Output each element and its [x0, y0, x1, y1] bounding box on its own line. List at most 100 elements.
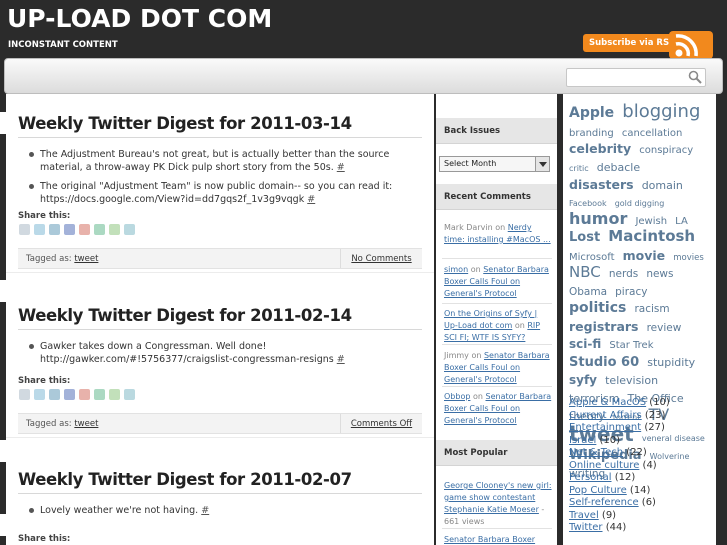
delicious-icon[interactable] [49, 224, 60, 235]
category-link[interactable]: Entertainment [569, 422, 641, 433]
tag-cloud-link[interactable]: movies [673, 253, 704, 263]
site-tagline: INCONSTANT CONTENT [8, 40, 118, 50]
tag-cloud-link[interactable]: gold digging [615, 199, 665, 208]
tag-cloud-link[interactable]: humor [569, 209, 627, 228]
category-count: (22) [623, 447, 647, 458]
month-select[interactable]: Select Month [439, 156, 550, 172]
post-title[interactable]: Weekly Twitter Digest for 2011-02-14 [18, 306, 352, 325]
twitter-icon[interactable] [34, 224, 45, 235]
category-link[interactable]: Online culture [569, 460, 639, 471]
share-icons [19, 224, 135, 235]
tag-cloud-link[interactable]: politics [569, 300, 626, 316]
permalink[interactable]: # [337, 354, 345, 365]
site-title[interactable]: UP-LOAD DOT COM [7, 4, 272, 33]
tag-link[interactable]: tweet [74, 254, 98, 264]
tag-cloud-link[interactable]: Facebook [569, 199, 607, 208]
category-count: (14) [626, 484, 651, 496]
category-link[interactable]: Personal [569, 472, 612, 483]
tag-cloud-link[interactable]: disasters [569, 177, 634, 192]
tag-cloud-link[interactable]: LA [675, 216, 688, 227]
post-title[interactable]: Weekly Twitter Digest for 2011-03-14 [18, 114, 352, 133]
permalink[interactable]: # [201, 505, 209, 516]
tweet-text: Lovely weather we're not having. [40, 505, 199, 516]
digg-icon[interactable] [19, 389, 30, 400]
category-link[interactable]: Current Affairs [569, 410, 642, 421]
tag-link[interactable]: tweet [74, 419, 98, 429]
tag-cloud-link[interactable]: nerds [609, 268, 638, 280]
tag-cloud-link[interactable]: blogging [622, 101, 700, 122]
tag-cloud-link[interactable]: piracy [615, 286, 647, 298]
tag-cloud-link[interactable]: critic [569, 164, 589, 173]
tag-cloud-link[interactable]: Jewish [635, 216, 667, 227]
comment-author-link[interactable]: Obbop [444, 392, 470, 401]
delicious-icon[interactable] [49, 389, 60, 400]
email-icon[interactable] [124, 389, 135, 400]
tag-cloud-link[interactable]: news [646, 268, 673, 280]
tag-cloud-link[interactable]: stupidity [647, 356, 695, 369]
tag-cloud-link[interactable]: sci-fi [569, 337, 601, 351]
email-icon[interactable] [124, 224, 135, 235]
category-link[interactable]: Travel [569, 510, 599, 521]
comments-link[interactable]: No Comments [340, 249, 422, 268]
divider [18, 493, 422, 494]
stumbleupon-icon[interactable] [94, 389, 105, 400]
technorati-icon[interactable] [109, 389, 120, 400]
google-icon[interactable] [79, 389, 90, 400]
google-icon[interactable] [79, 224, 90, 235]
share-icons [19, 389, 135, 400]
tag-cloud-link[interactable]: television [605, 374, 658, 387]
facebook-icon[interactable] [64, 389, 75, 400]
category-link[interactable]: Twitter [569, 522, 603, 533]
tag-cloud-link[interactable]: syfy [569, 373, 597, 387]
tag-cloud-link[interactable]: debacle [597, 161, 640, 174]
list-item: Lovely weather we're not having. # [28, 504, 408, 517]
tag-cloud-link[interactable]: registrars [569, 319, 639, 334]
tag-cloud-link[interactable]: Microsoft [569, 252, 615, 263]
category-link[interactable]: Apple & MacOS [569, 397, 646, 408]
bullet-icon [29, 184, 34, 189]
tag-cloud-link[interactable]: Lost [569, 230, 600, 245]
most-popular-heading: Most Popular [436, 440, 557, 466]
tag-cloud-link[interactable]: celebrity [569, 141, 631, 156]
twitter-icon[interactable] [34, 389, 45, 400]
popular-post-link[interactable]: Senator Barbara Boxer [444, 535, 535, 544]
facebook-icon[interactable] [64, 224, 75, 235]
tag-cloud-link[interactable]: NBC [569, 263, 601, 281]
tag-cloud-link[interactable]: domain [642, 179, 683, 192]
tag-cloud-link[interactable]: Star Trek [609, 340, 653, 351]
tag-cloud-link[interactable]: Macintosh [608, 227, 695, 245]
tag-cloud-link[interactable]: Studio 60 [569, 355, 639, 370]
share-label: Share this: [18, 376, 71, 386]
tag-cloud-link[interactable]: cancellation [622, 128, 682, 139]
divider [442, 528, 552, 529]
digg-icon[interactable] [19, 224, 30, 235]
comment-author-link[interactable]: simon [444, 265, 468, 274]
permalink[interactable]: # [307, 194, 315, 205]
tag-cloud-link[interactable]: Apple [569, 105, 614, 121]
category-link[interactable]: Israel [569, 435, 596, 446]
category-item: Personal (12) [569, 472, 714, 485]
main-content: Weekly Twitter Digest for 2011-03-14 The… [6, 94, 434, 545]
search-input[interactable] [566, 68, 706, 87]
category-link[interactable]: Pop Culture [569, 485, 627, 496]
permalink[interactable]: # [337, 162, 345, 173]
tag-cloud-link[interactable]: conspiracy [639, 145, 693, 156]
stumbleupon-icon[interactable] [94, 224, 105, 235]
comments-link[interactable]: Comments Off [340, 414, 422, 433]
category-link[interactable]: Net & Tech [569, 447, 623, 458]
popular-post-link[interactable]: George Clooney's new girl: game show con… [444, 481, 552, 514]
divider [18, 329, 422, 330]
tag-cloud-link[interactable]: movie [623, 248, 666, 263]
divider [442, 258, 552, 259]
rss-icon[interactable] [669, 31, 713, 59]
recent-comment: Mark Darvin on Nerdy time: installing #M… [444, 223, 551, 244]
tag-cloud-link[interactable]: racism [634, 303, 669, 316]
tag-cloud-link[interactable]: review [647, 322, 682, 334]
post-title[interactable]: Weekly Twitter Digest for 2011-02-07 [18, 470, 352, 489]
tag-cloud-link[interactable]: branding [569, 128, 614, 139]
category-link[interactable]: Self-reference [569, 497, 639, 508]
chevron-down-icon[interactable] [535, 157, 549, 171]
tag-cloud-link[interactable]: Obama [569, 286, 607, 298]
technorati-icon[interactable] [109, 224, 120, 235]
search-icon[interactable] [688, 70, 702, 84]
